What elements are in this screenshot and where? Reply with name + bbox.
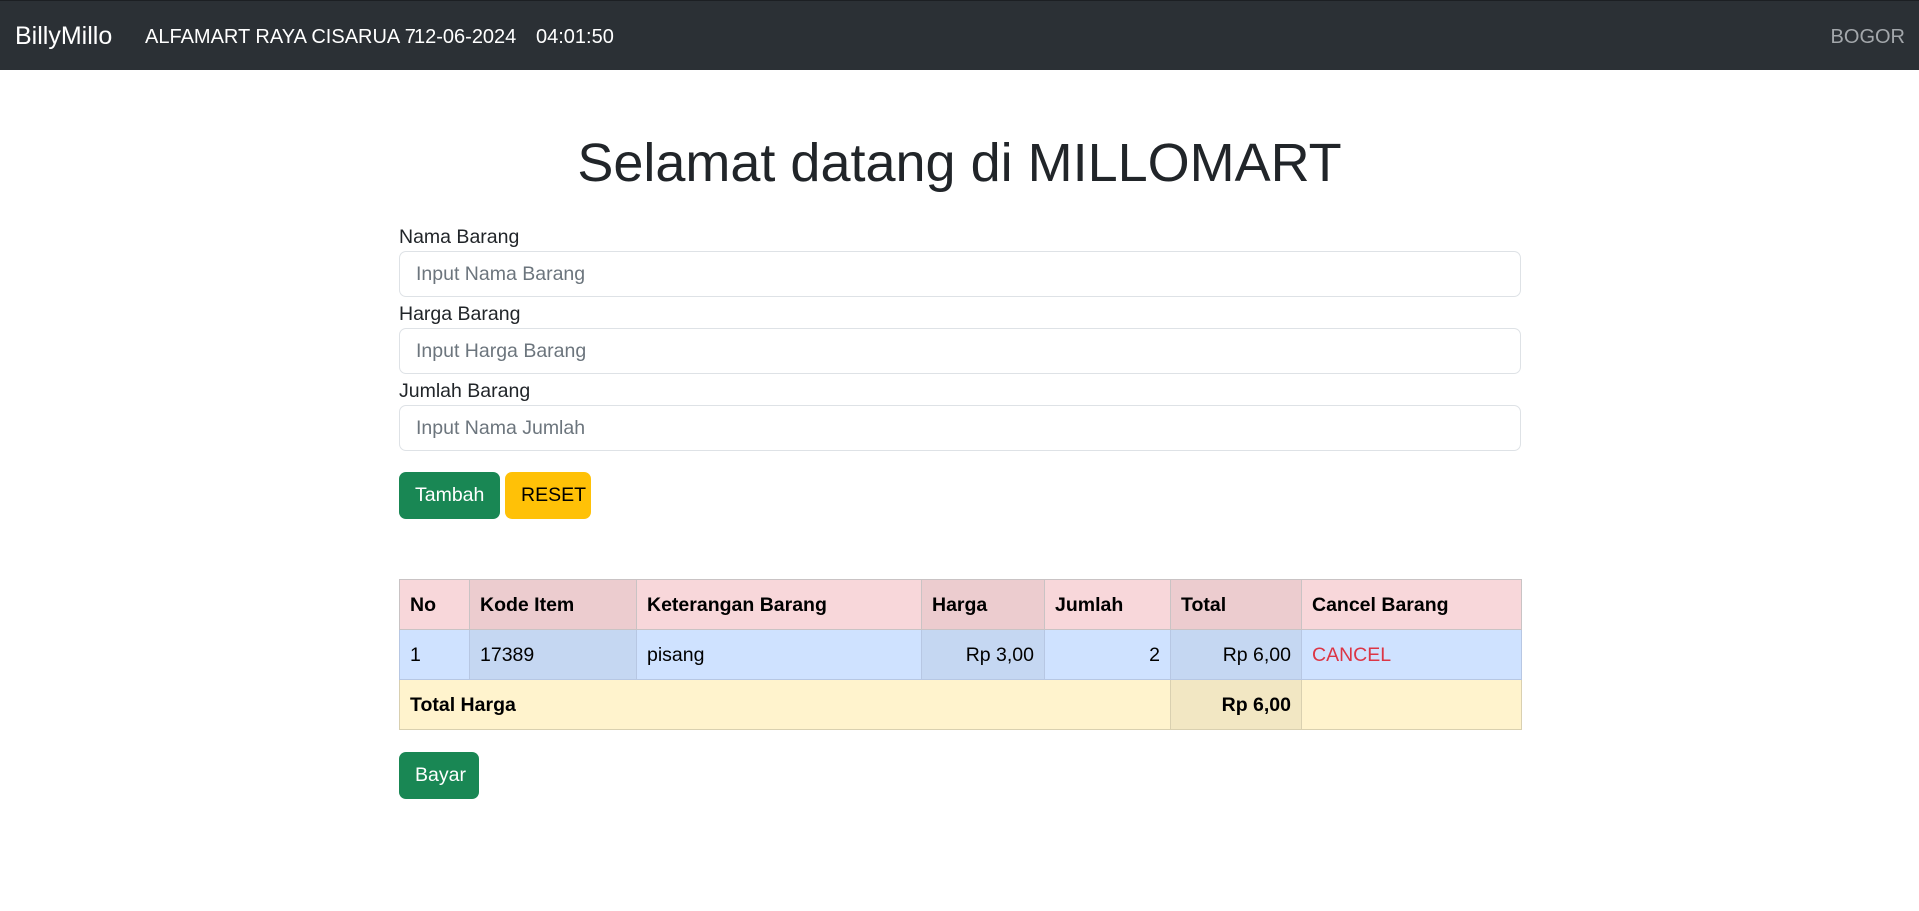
table-header-row: No Kode Item Keterangan Barang Harga Jum…	[399, 579, 1522, 630]
header-jumlah: Jumlah	[1044, 579, 1171, 630]
cancel-item-link[interactable]: CANCEL	[1312, 644, 1391, 666]
city-label: BOGOR	[1830, 26, 1905, 48]
cell-total: Rp 6,00	[1170, 629, 1302, 680]
header-kode-item: Kode Item	[469, 579, 637, 630]
table-row: 1 17389 pisang Rp 3,00 2 Rp 6,00 CANCEL	[399, 629, 1522, 680]
page-title: Selamat datang di MILLOMART	[577, 133, 1342, 193]
cell-harga: Rp 3,00	[921, 629, 1045, 680]
reset-button[interactable]: RESET	[505, 472, 591, 519]
nama-barang-input[interactable]	[399, 251, 1521, 297]
top-navbar: BillyMillo ALFAMART RAYA CISARUA 7 12-06…	[0, 0, 1919, 70]
cell-keterangan: pisang	[636, 629, 922, 680]
header-total: Total	[1170, 579, 1302, 630]
jumlah-barang-label: Jumlah Barang	[399, 380, 531, 402]
total-harga-label: Total Harga	[399, 679, 1171, 730]
nama-barang-label: Nama Barang	[399, 226, 520, 248]
cell-jumlah: 2	[1044, 629, 1171, 680]
cart-table: No Kode Item Keterangan Barang Harga Jum…	[399, 579, 1522, 730]
total-empty-cell	[1301, 679, 1522, 730]
total-row: Total Harga Rp 6,00	[399, 679, 1522, 730]
tambah-button[interactable]: Tambah	[399, 472, 500, 519]
header-no: No	[399, 579, 470, 630]
jumlah-barang-input[interactable]	[399, 405, 1521, 451]
header-harga: Harga	[921, 579, 1045, 630]
brand-link[interactable]: BillyMillo	[15, 21, 112, 51]
harga-barang-label: Harga Barang	[399, 303, 521, 325]
header-cancel: Cancel Barang	[1301, 579, 1522, 630]
cell-no: 1	[399, 629, 470, 680]
header-keterangan: Keterangan Barang	[636, 579, 922, 630]
current-time: 04:01:50	[536, 26, 614, 48]
harga-barang-input[interactable]	[399, 328, 1521, 374]
store-name: ALFAMART RAYA CISARUA 7	[145, 26, 416, 48]
bayar-button[interactable]: Bayar	[399, 752, 479, 799]
cell-cancel: CANCEL	[1301, 629, 1522, 680]
cell-kode-item: 17389	[469, 629, 637, 680]
current-date: 12-06-2024	[414, 26, 517, 48]
total-harga-value: Rp 6,00	[1170, 679, 1302, 730]
